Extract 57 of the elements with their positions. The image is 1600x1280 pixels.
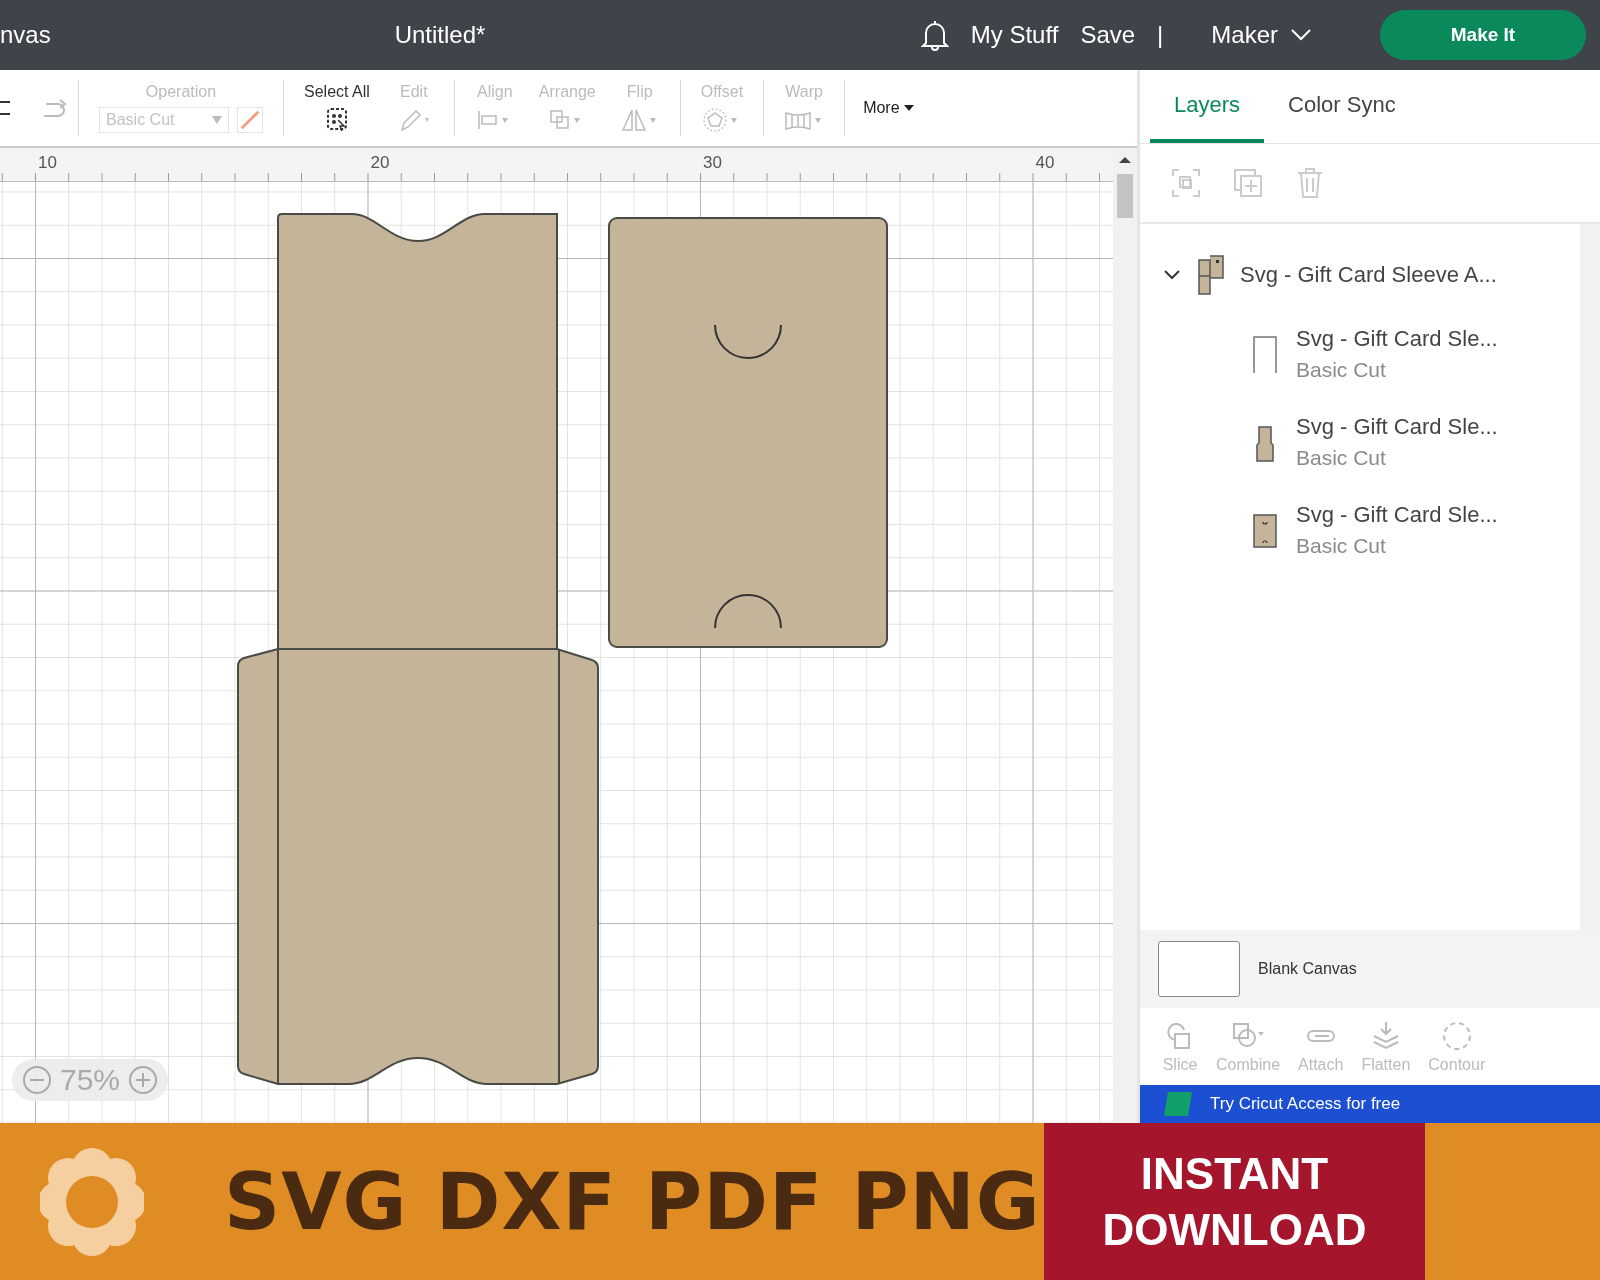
- tool-label: Offset: [700, 83, 744, 101]
- gift-card-sleeve-drawing[interactable]: [237, 213, 599, 1085]
- badge-icon: [1164, 1092, 1192, 1116]
- machine-dropdown[interactable]: Maker: [1205, 20, 1318, 50]
- nav-link[interactable]: My Stuff: [970, 21, 1059, 49]
- caret-icon: [212, 116, 222, 124]
- ruler-label: 40: [1035, 152, 1056, 174]
- panel-tab[interactable]: Layers: [1150, 70, 1265, 143]
- zoom-out-icon[interactable]: [22, 1065, 52, 1095]
- layer-name: Svg - Gift Card Sle...: [1296, 502, 1498, 528]
- scrollbar[interactable]: [1113, 148, 1137, 1123]
- tool-label: Arrange: [538, 83, 596, 101]
- pen-color-swatch[interactable]: [237, 107, 263, 133]
- duplicate-icon[interactable]: [1232, 167, 1264, 199]
- zoom-in-icon[interactable]: [128, 1065, 159, 1095]
- ruler-label: 10: [38, 152, 58, 174]
- layer-item[interactable]: Svg - Gift Card Sle... Basic Cut: [1140, 496, 1580, 564]
- tool-label: Select All: [304, 83, 370, 101]
- ruler-label: 30: [703, 152, 723, 174]
- layer-group-name[interactable]: Svg - Gift Card Sleeve A...: [1240, 262, 1497, 288]
- tool-label: Edit: [400, 83, 428, 101]
- flower-icon: [40, 1146, 144, 1257]
- group-thumbnail-icon: [1196, 254, 1226, 296]
- layer-operation: Basic Cut: [1296, 446, 1387, 470]
- tool-label: Align: [477, 83, 513, 101]
- make-it-button[interactable]: Make It: [1380, 10, 1586, 60]
- file-formats: SVG DXF PDF PNG: [224, 1156, 1042, 1247]
- shape-thumbnail-icon: [1250, 333, 1280, 375]
- tool-label: Operation: [145, 83, 217, 101]
- canvas-thumbnail[interactable]: [1158, 941, 1240, 997]
- gift-card-insert-drawing[interactable]: [608, 217, 888, 648]
- layer-name: Svg - Gift Card Sle...: [1296, 326, 1498, 352]
- nav-link[interactable]: Save: [1080, 21, 1136, 49]
- group-icon[interactable]: [1170, 167, 1202, 199]
- layer-item[interactable]: Svg - Gift Card Sle... Basic Cut: [1140, 408, 1580, 476]
- more-menu-button[interactable]: More: [857, 98, 920, 118]
- canvas-title: nvas: [0, 21, 52, 49]
- chevron-down-icon[interactable]: [1162, 268, 1182, 282]
- promo-bar[interactable]: Try Cricut Access for free: [1140, 1085, 1600, 1123]
- document-title: Untitled*: [393, 21, 487, 49]
- ruler-label: 20: [370, 152, 391, 174]
- zoom-level: 75%: [60, 1063, 121, 1097]
- layer-item[interactable]: Svg - Gift Card Sle... Basic Cut: [1140, 320, 1580, 388]
- layer-name: Svg - Gift Card Sle...: [1296, 414, 1498, 440]
- promo-text[interactable]: Try Cricut Access for free: [1210, 1094, 1401, 1114]
- layer-operation: Basic Cut: [1296, 534, 1387, 558]
- layer-operation: Basic Cut: [1296, 358, 1387, 382]
- separator: |: [1157, 21, 1164, 49]
- instant-download-label: INSTANT DOWNLOAD: [1044, 1123, 1425, 1280]
- scroll-thumb[interactable]: [1117, 174, 1133, 218]
- tool-label: Warp: [785, 83, 823, 101]
- caret-icon: [903, 105, 914, 111]
- notification-bell-icon[interactable]: [920, 19, 949, 51]
- tool-label: Flip: [626, 83, 653, 101]
- chevron-down-icon: [1290, 28, 1312, 42]
- canvas-label: Blank Canvas: [1258, 960, 1357, 978]
- panel-tab[interactable]: Color Sync: [1264, 70, 1420, 143]
